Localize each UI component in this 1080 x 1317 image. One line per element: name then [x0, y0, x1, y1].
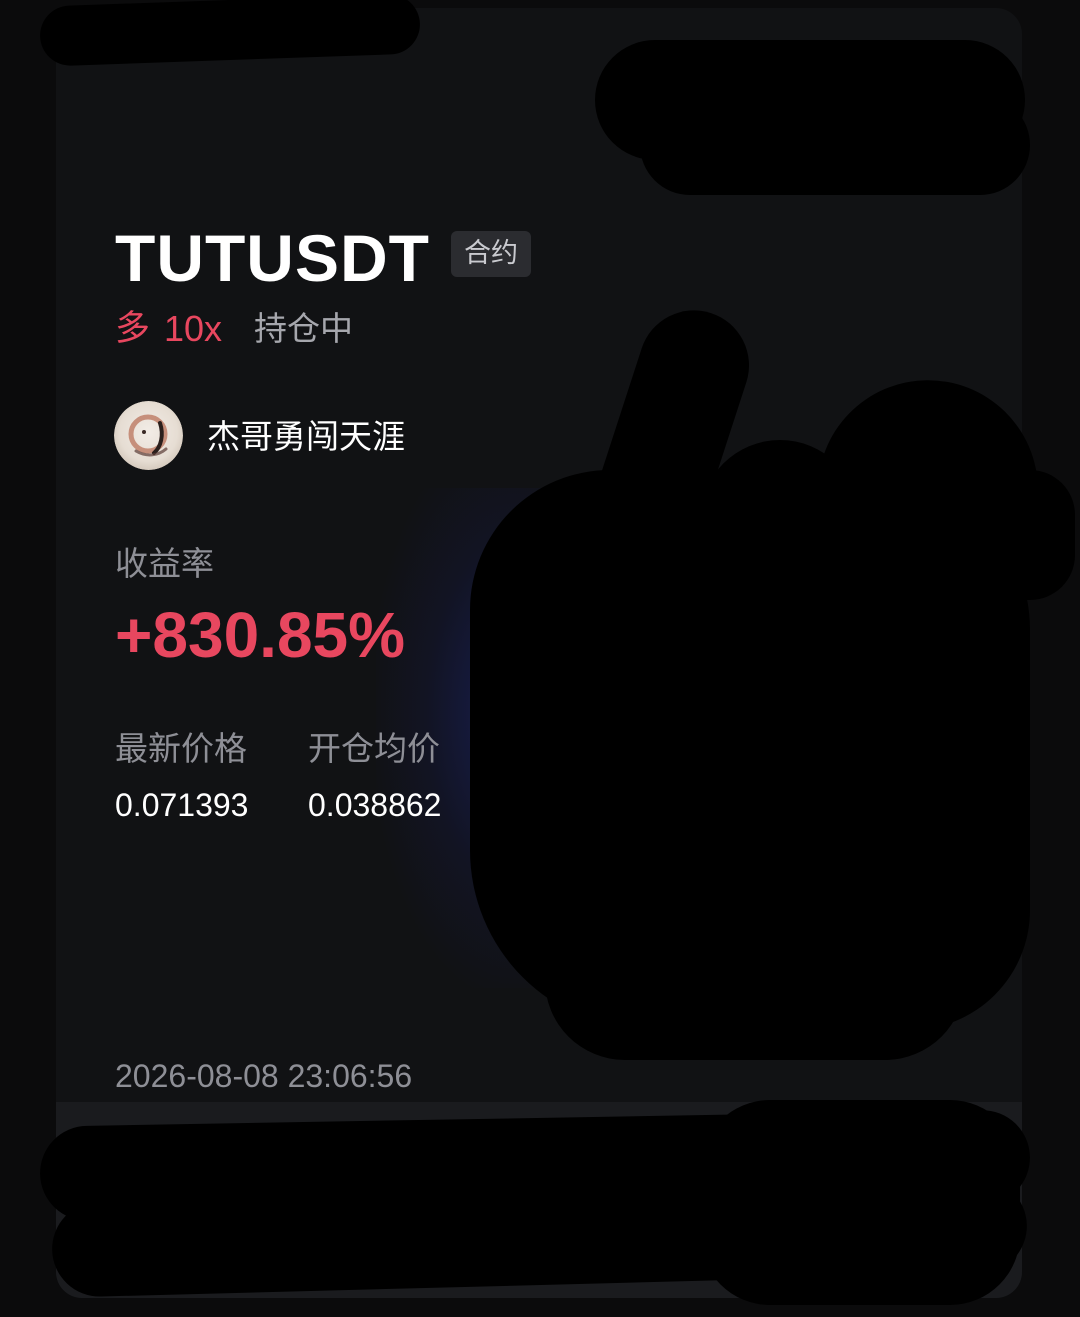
- roi-value: +830.85%: [115, 599, 406, 671]
- redaction-scribble: [700, 1100, 1020, 1305]
- roi-label: 收益率: [115, 544, 214, 583]
- share-screen: TUTUSDT 合约 多 10x 持仓中 杰哥勇闯天涯 收益率 +830.85%…: [0, 0, 1080, 1317]
- avatar-image: [114, 401, 183, 470]
- open-average-price-value: 0.038862: [308, 787, 442, 823]
- open-average-price-label: 开仓均价: [308, 729, 440, 768]
- redaction-scribble: [980, 470, 1075, 600]
- latest-price-label: 最新价格: [115, 729, 247, 768]
- position-status: 持仓中: [254, 309, 353, 348]
- trading-pair-symbol: TUTUSDT: [115, 221, 430, 295]
- redaction-scribble: [700, 440, 860, 600]
- leverage-label: 10x: [164, 308, 223, 349]
- contract-badge: 合约: [451, 231, 531, 277]
- avatar[interactable]: [114, 401, 183, 470]
- trader-name[interactable]: 杰哥勇闯天涯: [207, 414, 405, 460]
- latest-price-value: 0.071393: [115, 787, 249, 823]
- redaction-scribble: [640, 95, 1030, 195]
- share-timestamp: 2026-08-08 23:06:56: [115, 1058, 413, 1094]
- redaction-scribble: [545, 900, 965, 1060]
- position-direction: 多: [115, 309, 151, 349]
